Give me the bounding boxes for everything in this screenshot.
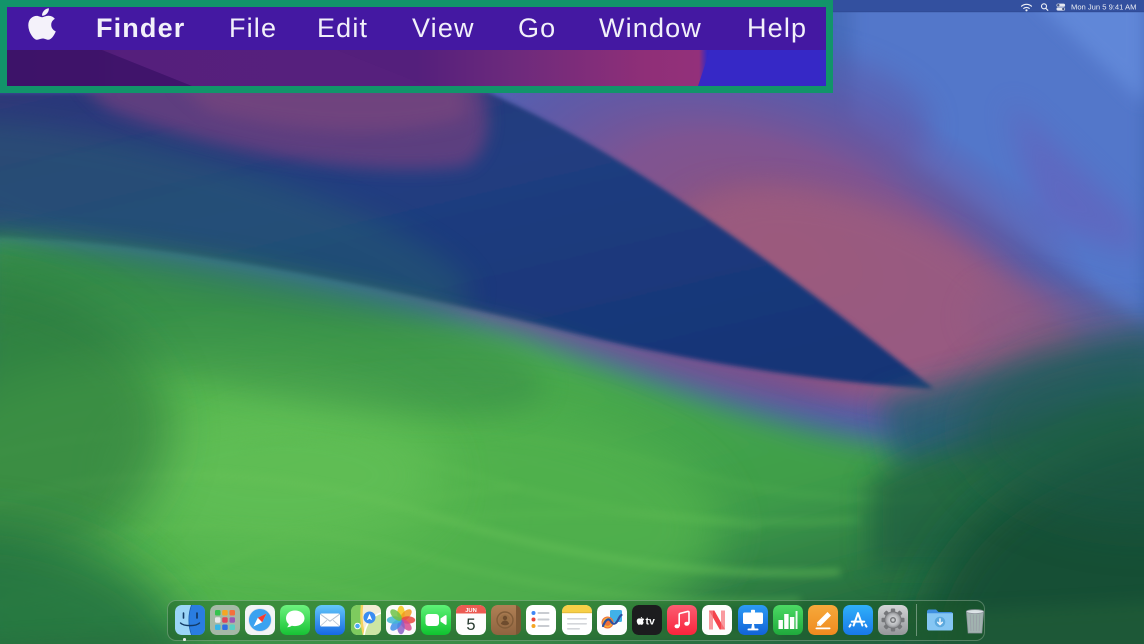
svg-text:Mon Jun 5 9:41 AM: Mon Jun 5 9:41 AM <box>1071 3 1136 12</box>
svg-text:5: 5 <box>467 616 476 634</box>
svg-text:JUN: JUN <box>465 608 477 614</box>
svg-text:tv: tv <box>646 615 655 627</box>
